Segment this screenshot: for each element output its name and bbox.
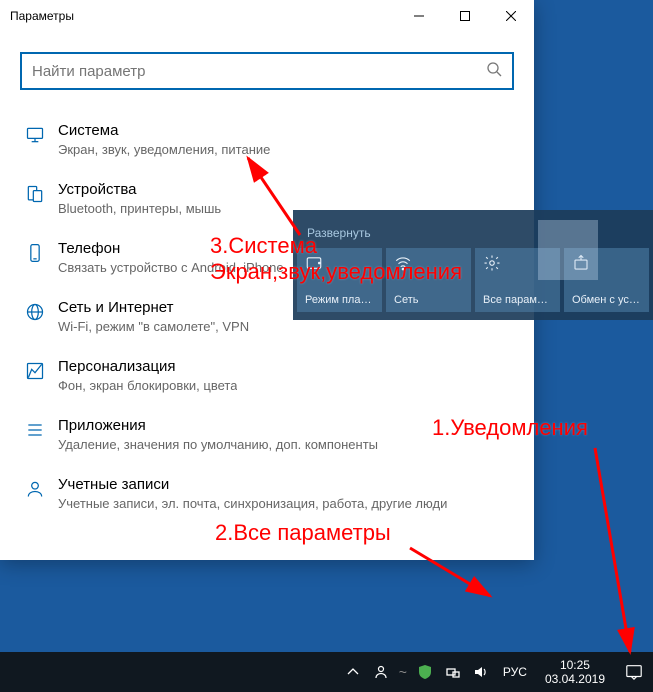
tray-date: 03.04.2019 — [545, 672, 605, 686]
personalization-icon — [20, 358, 50, 381]
item-desc: Учетные записи, эл. почта, синхронизация… — [58, 496, 447, 511]
tile-tablet-mode[interactable]: Режим планшета — [297, 248, 382, 312]
accounts-icon — [20, 476, 50, 499]
network-icon — [20, 299, 50, 322]
item-title: Сеть и Интернет — [58, 299, 249, 317]
item-title: Устройства — [58, 181, 221, 199]
tray-clock[interactable]: 10:25 03.04.2019 — [535, 658, 615, 687]
maximize-button[interactable] — [442, 0, 488, 32]
item-desc: Wi-Fi, режим "в самолете", VPN — [58, 319, 249, 334]
tray-separator: ~ — [395, 664, 411, 680]
item-title: Приложения — [58, 417, 378, 435]
settings-item-accounts[interactable]: Учетные записи Учетные записи, эл. почта… — [20, 466, 514, 525]
system-tray: ~ РУС 10:25 03.04.2019 — [339, 652, 653, 692]
apps-icon — [20, 417, 50, 440]
tray-time: 10:25 — [545, 658, 605, 672]
tablet-icon — [305, 254, 374, 277]
wifi-icon — [394, 254, 463, 277]
settings-item-apps[interactable]: Приложения Удаление, значения по умолчан… — [20, 407, 514, 466]
phone-icon — [20, 240, 50, 263]
tray-volume-icon[interactable] — [467, 652, 495, 692]
system-icon — [20, 122, 50, 145]
tray-notifications-icon[interactable] — [615, 652, 653, 692]
tray-people-icon[interactable] — [367, 652, 395, 692]
window-title: Параметры — [10, 9, 396, 23]
tile-all-settings[interactable]: Все параметры — [475, 248, 560, 312]
share-icon — [572, 254, 641, 277]
item-title: Система — [58, 122, 270, 140]
item-desc: Удаление, значения по умолчанию, доп. ко… — [58, 437, 378, 452]
devices-icon — [20, 181, 50, 204]
item-desc: Bluetooth, принтеры, мышь — [58, 201, 221, 216]
tile-label: Все параметры — [483, 294, 552, 306]
item-desc: Экран, звук, уведомления, питание — [58, 142, 270, 157]
search-icon — [486, 61, 502, 82]
gear-icon — [483, 254, 552, 277]
tile-nearby-share[interactable]: Обмен с устройствами — [564, 248, 649, 312]
tray-language[interactable]: РУС — [495, 665, 535, 679]
tile-label: Сеть — [394, 294, 463, 306]
item-title: Учетные записи — [58, 476, 447, 494]
item-desc: Связать устройство с Android, iPhone — [58, 260, 284, 275]
tile-label: Режим планшета — [305, 294, 374, 306]
tray-shield-icon[interactable] — [411, 652, 439, 692]
taskbar: ~ РУС 10:25 03.04.2019 — [0, 652, 653, 692]
settings-item-system[interactable]: Система Экран, звук, уведомления, питани… — [20, 112, 514, 171]
action-center-expand[interactable]: Развернуть — [293, 220, 653, 248]
search-input[interactable] — [32, 63, 486, 80]
tray-network-icon[interactable] — [439, 652, 467, 692]
search-box[interactable] — [20, 52, 514, 90]
item-desc: Фон, экран блокировки, цвета — [58, 378, 237, 393]
minimize-button[interactable] — [396, 0, 442, 32]
item-title: Телефон — [58, 240, 284, 258]
settings-item-personalization[interactable]: Персонализация Фон, экран блокировки, цв… — [20, 348, 514, 407]
tile-network[interactable]: Сеть — [386, 248, 471, 312]
item-title: Персонализация — [58, 358, 237, 376]
action-center-panel: Развернуть Режим планшета Сеть Все парам… — [293, 210, 653, 320]
tile-label: Обмен с устройствами — [572, 294, 641, 306]
titlebar: Параметры — [0, 0, 534, 32]
tray-up-icon[interactable] — [339, 652, 367, 692]
close-button[interactable] — [488, 0, 534, 32]
